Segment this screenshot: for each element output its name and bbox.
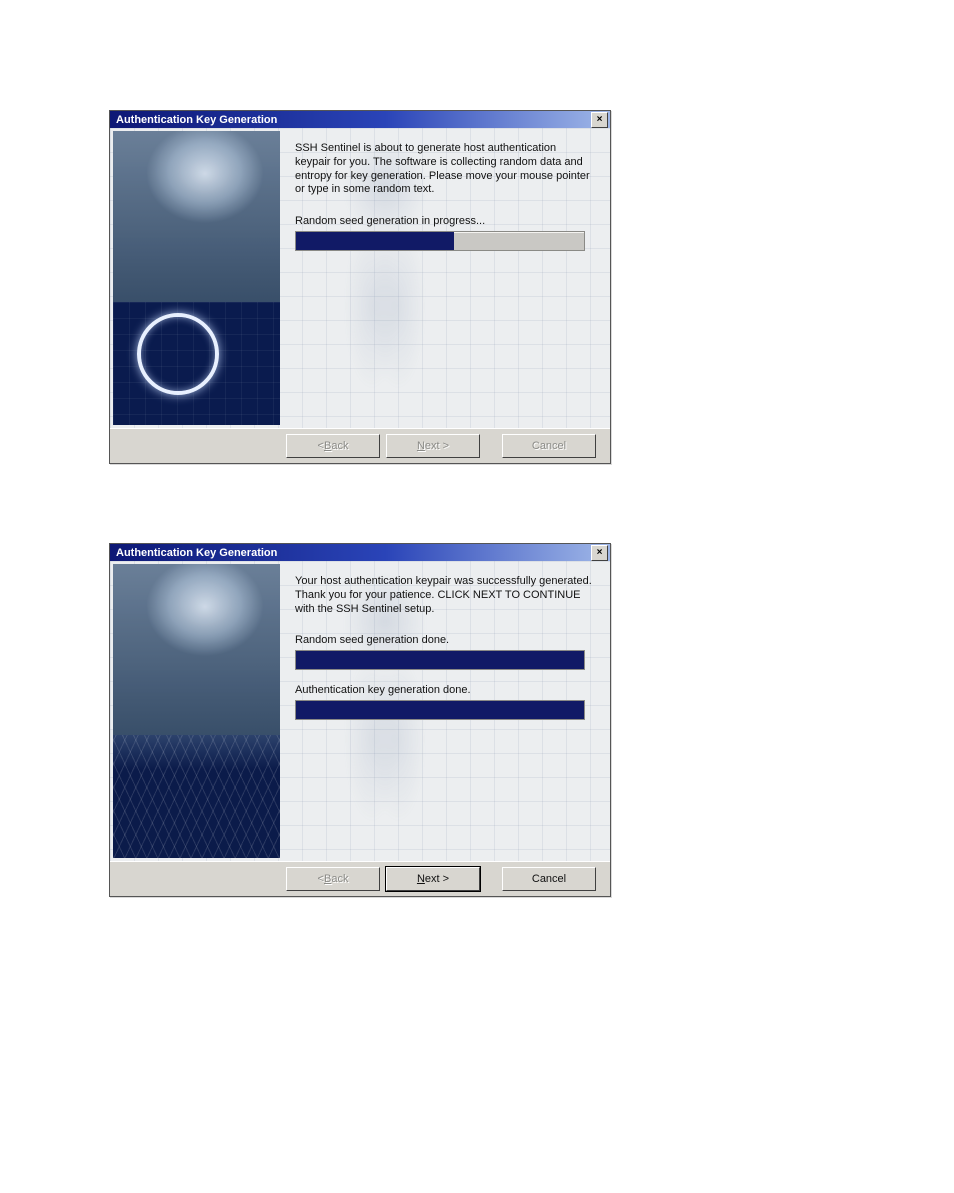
figure-torso [113, 131, 280, 302]
seed-progress-fill [296, 651, 584, 669]
description-text: SSH Sentinel is about to generate host a… [295, 142, 594, 197]
figure-torso [113, 564, 280, 735]
cancel-button: Cancel [502, 434, 596, 458]
content-area: SSH Sentinel is about to generate host a… [295, 142, 594, 265]
auth-progress-bar [295, 700, 585, 720]
titlebar[interactable]: Authentication Key Generation × [110, 544, 610, 561]
title-text: Authentication Key Generation [116, 114, 277, 126]
titlebar[interactable]: Authentication Key Generation × [110, 111, 610, 128]
seed-progress-label: Random seed generation in progress... [295, 215, 594, 227]
dialog-authkey-progress: Authentication Key Generation × SSH Sent… [109, 110, 611, 464]
seed-progress-bar [295, 231, 585, 251]
close-button[interactable]: × [591, 112, 608, 128]
description-text: Your host authentication keypair was suc… [295, 575, 594, 616]
seed-progress-label: Random seed generation done. [295, 634, 594, 646]
title-text: Authentication Key Generation [116, 547, 277, 559]
seed-progress-fill [296, 232, 454, 250]
cancel-button[interactable]: Cancel [502, 867, 596, 891]
figure-wireframe [113, 735, 280, 858]
back-button: < Back [286, 434, 380, 458]
next-button: Next > [386, 434, 480, 458]
dialog-body: Your host authentication keypair was suc… [110, 561, 610, 861]
dialog-footer: < Back Next > Cancel [110, 428, 610, 463]
auth-progress-label: Authentication key generation done. [295, 684, 594, 696]
close-icon: × [597, 548, 603, 558]
content-area: Your host authentication keypair was suc… [295, 575, 594, 734]
seed-progress-bar [295, 650, 585, 670]
next-button[interactable]: Next > [386, 867, 480, 891]
wizard-sidebar-image [113, 564, 280, 858]
wizard-sidebar-image [113, 131, 280, 425]
close-icon: × [597, 115, 603, 125]
glow-circle-icon [137, 313, 219, 395]
auth-progress-fill [296, 701, 584, 719]
dialog-body: SSH Sentinel is about to generate host a… [110, 128, 610, 428]
dialog-authkey-done: Authentication Key Generation × Your hos… [109, 543, 611, 897]
close-button[interactable]: × [591, 545, 608, 561]
back-button: < Back [286, 867, 380, 891]
dialog-footer: < Back Next > Cancel [110, 861, 610, 896]
